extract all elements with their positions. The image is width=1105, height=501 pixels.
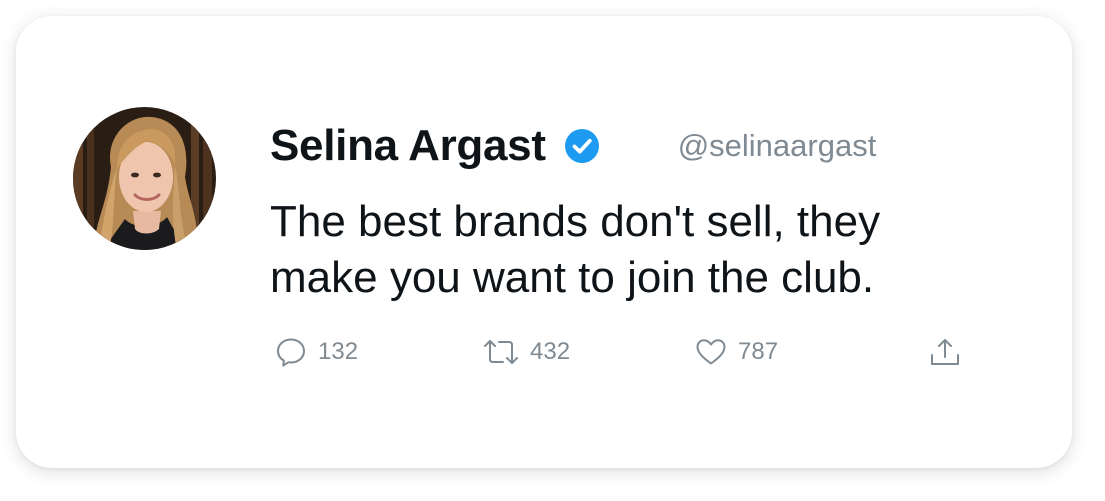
tweet-actions: 132 432 787 (274, 334, 974, 370)
tweet-text-line: make you want to join the club. (270, 253, 875, 302)
retweet-icon (482, 335, 520, 369)
reply-icon (274, 335, 308, 369)
author-name[interactable]: Selina Argast (270, 121, 546, 171)
verified-badge-icon (564, 128, 600, 164)
share-button[interactable] (928, 334, 962, 370)
author-handle[interactable]: @selinaargast (678, 128, 877, 164)
reply-button[interactable]: 132 (274, 334, 358, 370)
avatar[interactable] (73, 107, 216, 250)
like-button[interactable]: 787 (694, 334, 778, 370)
avatar-image (73, 107, 216, 250)
like-count: 787 (738, 338, 779, 365)
heart-icon (694, 335, 728, 369)
tweet-header: Selina Argast @selinaargast (270, 116, 876, 176)
retweet-button[interactable]: 432 (482, 334, 570, 370)
tweet-text-line: The best brands don't sell, they (270, 197, 881, 246)
tweet-text: The best brands don't sell, they make yo… (270, 194, 1030, 306)
reply-count: 132 (318, 338, 359, 365)
tweet-card: Selina Argast @selinaargast The best bra… (16, 16, 1072, 468)
retweet-count: 432 (530, 338, 571, 365)
share-icon (928, 335, 962, 369)
